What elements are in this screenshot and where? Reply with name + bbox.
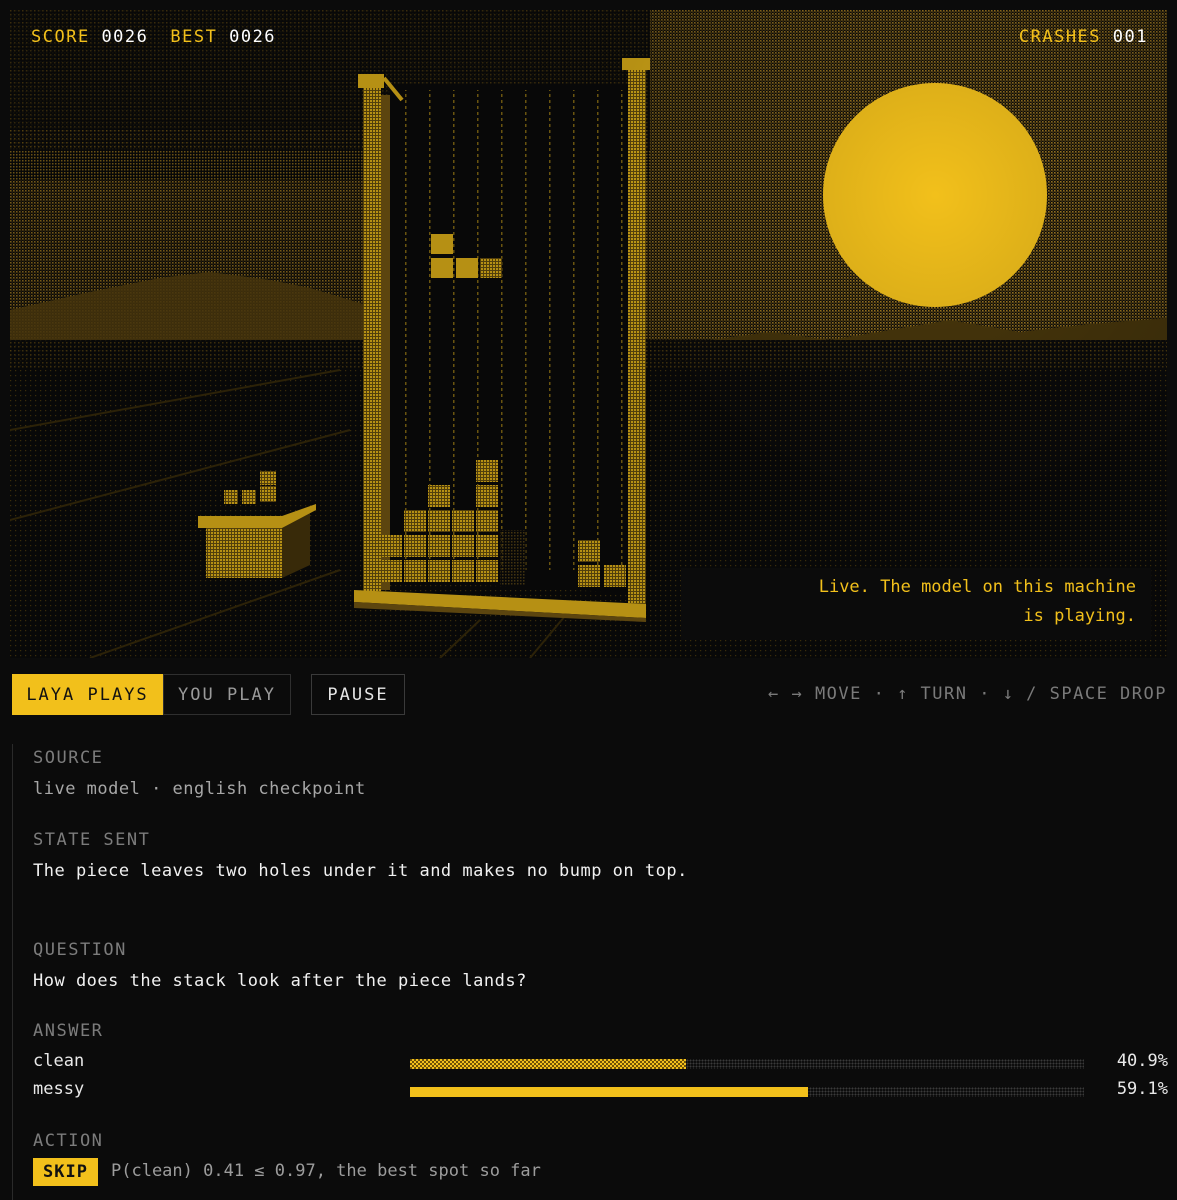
action-badge: SKIP (33, 1158, 98, 1186)
you-play-button[interactable]: YOU PLAY (163, 674, 291, 715)
answer-percent: 59.1% (1116, 1079, 1168, 1099)
probability-track (410, 1059, 1084, 1069)
state-sent-label: STATE SENT (33, 830, 151, 850)
answer-percent: 40.9% (1116, 1051, 1168, 1071)
hud-scores: SCORE 0026 BEST 0026 (31, 27, 276, 47)
crashes-label: CRASHES (1018, 27, 1102, 47)
action-text: P(clean) 0.41 ≤ 0.97, the best spot so f… (111, 1161, 541, 1181)
pause-button[interactable]: PAUSE (311, 674, 405, 715)
game-scene[interactable]: SCORE 0026 BEST 0026 CRASHES 001 Live. Th… (10, 10, 1167, 658)
score-value: 0026 (101, 27, 149, 47)
question-value: How does the stack look after the piece … (33, 971, 527, 991)
mode-controls: LAYA PLAYS YOU PLAY PAUSE ← → MOVE · ↑ T… (12, 674, 1167, 716)
hud-crashes: CRASHES 001 (1019, 27, 1148, 47)
probability-bar (410, 1059, 686, 1069)
best-value: 0026 (229, 27, 277, 47)
probability-track (410, 1087, 1084, 1097)
best-label: BEST (170, 27, 218, 47)
score-label: SCORE (31, 27, 90, 47)
answer-label: ANSWER (33, 1021, 104, 1041)
keyboard-hint: ← → MOVE · ↑ TURN · ↓ / SPACE DROP (768, 684, 1167, 704)
answer-name: clean (33, 1051, 85, 1071)
laya-plays-button[interactable]: LAYA PLAYS (12, 674, 163, 715)
probability-bar (410, 1087, 809, 1097)
answer-row-clean: clean 40.9% (33, 1051, 1168, 1077)
live-status-message: Live. The model on this machine is playi… (681, 568, 1151, 640)
scene-art (10, 10, 1167, 658)
source-value: live model · english checkpoint (33, 779, 366, 799)
answer-row-messy: messy 59.1% (33, 1079, 1168, 1105)
action-label: ACTION (33, 1131, 104, 1151)
answer-name: messy (33, 1079, 85, 1099)
state-sent-value: The piece leaves two holes under it and … (33, 861, 688, 881)
model-info-panel: SOURCE live model · english checkpoint S… (12, 744, 1168, 1200)
question-label: QUESTION (33, 940, 127, 960)
crashes-value: 001 (1112, 27, 1148, 47)
source-label: SOURCE (33, 748, 104, 768)
